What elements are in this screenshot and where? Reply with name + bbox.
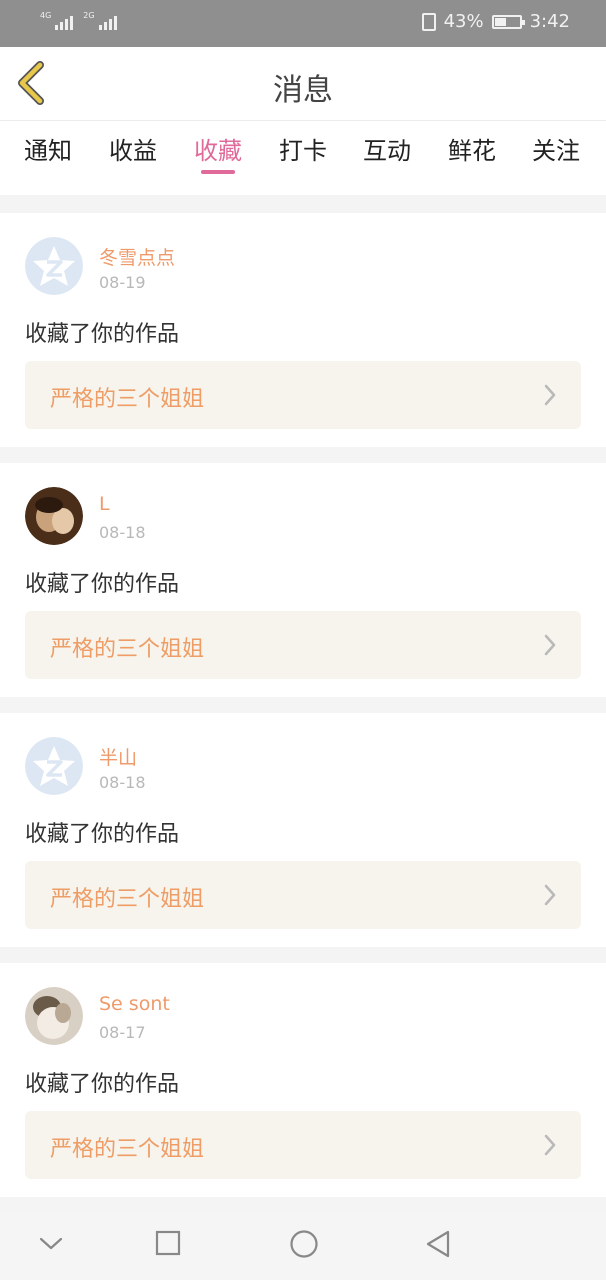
message-action-text: 收藏了你的作品 [25, 822, 180, 847]
tab-following[interactable]: 关注 [532, 131, 580, 166]
message-action-text: 收藏了你的作品 [25, 322, 180, 347]
message-date: 08-19 [99, 273, 146, 292]
work-title: 严格的三个姐姐 [50, 637, 205, 662]
chevron-right-icon [544, 634, 556, 656]
work-link[interactable]: 严格的三个姐姐 [25, 611, 581, 679]
photo-avatar-icon [25, 987, 83, 1045]
message-card: 冬雪点点 08-19 收藏了你的作品 严格的三个姐姐 [0, 213, 606, 447]
work-title: 严格的三个姐姐 [50, 887, 205, 912]
message-date: 08-18 [99, 773, 146, 792]
clock: 3:42 [529, 11, 570, 32]
home-circle-icon[interactable] [289, 1229, 319, 1259]
default-avatar-icon [25, 237, 83, 295]
tab-earnings[interactable]: 收益 [109, 131, 157, 166]
message-date: 08-18 [99, 523, 146, 542]
vibrate-icon [421, 12, 436, 31]
avatar[interactable] [25, 987, 83, 1045]
system-nav-bar [0, 1212, 606, 1280]
signal-icon: 4G [40, 11, 74, 30]
username-link[interactable]: Se sont [99, 993, 170, 1015]
username-link[interactable]: 冬雪点点 [99, 243, 175, 270]
tab-notifications[interactable]: 通知 [24, 131, 72, 166]
username-link[interactable]: L [99, 493, 110, 515]
tab-checkin[interactable]: 打卡 [279, 131, 327, 166]
app-header: 消息 [0, 47, 606, 121]
message-action-text: 收藏了你的作品 [25, 1072, 180, 1097]
message-date: 08-17 [99, 1023, 146, 1042]
battery-icon [491, 14, 525, 29]
work-link[interactable]: 严格的三个姐姐 [25, 361, 581, 429]
tab-interaction[interactable]: 互动 [363, 131, 411, 166]
work-title: 严格的三个姐姐 [50, 387, 205, 412]
tab-favorites[interactable]: 收藏 [194, 131, 242, 174]
signal-icon-2: 2G [83, 11, 117, 30]
tab-flowers[interactable]: 鲜花 [448, 131, 496, 166]
message-card: L 08-18 收藏了你的作品 严格的三个姐姐 [0, 463, 606, 697]
message-action-text: 收藏了你的作品 [25, 572, 180, 597]
avatar[interactable] [25, 237, 83, 295]
avatar[interactable] [25, 737, 83, 795]
network-type-label-2: 2G [83, 11, 95, 20]
work-link[interactable]: 严格的三个姐姐 [25, 861, 581, 929]
back-triangle-icon[interactable] [424, 1229, 452, 1259]
status-bar: 4G 2G 43% 3:42 [0, 0, 606, 47]
recent-apps-square-icon[interactable] [155, 1230, 181, 1256]
default-avatar-icon [25, 737, 83, 795]
avatar[interactable] [25, 487, 83, 545]
chevron-right-icon [544, 1134, 556, 1156]
chevron-right-icon [544, 384, 556, 406]
tab-bar: 通知 收益 收藏 打卡 互动 鲜花 关注 [0, 121, 606, 195]
network-type-label: 4G [40, 11, 52, 20]
battery-percent: 43% [443, 11, 484, 32]
chevron-down-icon[interactable] [38, 1236, 64, 1252]
page-title: 消息 [273, 73, 333, 108]
username-link[interactable]: 半山 [99, 743, 137, 770]
chevron-right-icon [544, 884, 556, 906]
message-card: Se sont 08-17 收藏了你的作品 严格的三个姐姐 [0, 963, 606, 1197]
photo-avatar-icon [25, 487, 83, 545]
work-title: 严格的三个姐姐 [50, 1137, 205, 1162]
work-link[interactable]: 严格的三个姐姐 [25, 1111, 581, 1179]
message-card: 半山 08-18 收藏了你的作品 严格的三个姐姐 [0, 713, 606, 947]
